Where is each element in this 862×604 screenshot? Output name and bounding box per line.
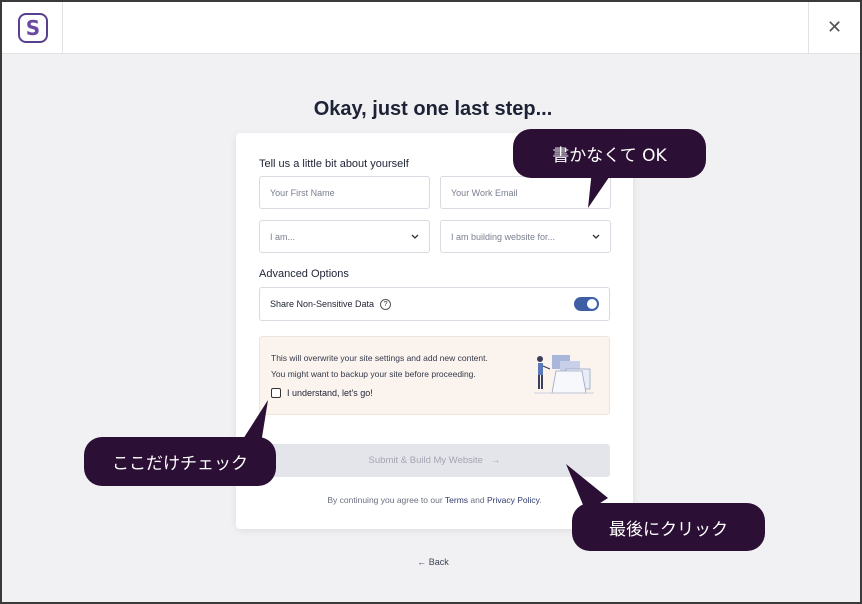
submit-build-button[interactable]: Submit & Build My Website → (259, 444, 610, 477)
understand-checkbox-label[interactable]: I understand, let's go! (287, 388, 373, 398)
understand-checkbox-row[interactable]: I understand, let's go! (271, 388, 373, 398)
overwrite-notice: This will overwrite your site settings a… (259, 336, 610, 415)
notice-line-1: This will overwrite your site settings a… (271, 353, 488, 363)
help-icon[interactable]: ? (380, 298, 392, 310)
terms-link[interactable]: Terms (445, 495, 468, 505)
role-select[interactable]: I am... (259, 220, 430, 253)
terms-suffix: . (539, 495, 542, 505)
close-icon[interactable]: ✕ (827, 17, 842, 38)
close-button[interactable]: ✕ (808, 2, 860, 53)
arrow-left-icon: ← (417, 557, 427, 567)
about-yourself-label: Tell us a little bit about yourself (259, 158, 409, 170)
back-link[interactable]: ← Back (2, 557, 860, 567)
share-data-label: Share Non-Sensitive Data (270, 299, 375, 309)
notice-line-2: You might want to backup your site befor… (271, 369, 476, 379)
window-frame: S ✕ Okay, just one last step... Tell us … (0, 0, 862, 604)
advanced-options-label: Advanced Options (259, 268, 349, 280)
backup-illustration-icon (534, 355, 594, 394)
purpose-select-value: I am building website for... (451, 231, 556, 242)
arrow-right-icon: → (490, 455, 501, 466)
share-data-toggle[interactable] (574, 297, 599, 311)
understand-checkbox[interactable] (271, 388, 281, 398)
chevron-down-icon (411, 234, 419, 239)
first-name-input[interactable]: Your First Name (259, 176, 430, 209)
terms-prefix: By continuing you agree to our (327, 495, 443, 505)
role-select-value: I am... (270, 231, 296, 242)
app-logo: S (18, 13, 48, 43)
back-label[interactable]: Back (429, 557, 449, 567)
logo-cell: S (2, 2, 63, 53)
page-title: Okay, just one last step... (313, 98, 553, 120)
callout-no-need-to-write: 書かなくて OK (513, 129, 706, 178)
submit-label[interactable]: Submit & Build My Website (369, 455, 483, 466)
privacy-policy-link[interactable]: Privacy Policy (487, 495, 539, 505)
purpose-select[interactable]: I am building website for... (440, 220, 611, 253)
callout-click-last: 最後にクリック (572, 503, 765, 551)
chevron-down-icon (592, 234, 600, 239)
callout-check-only-here: ここだけチェック (84, 437, 276, 486)
terms-and: and (470, 495, 485, 505)
top-bar: S ✕ (2, 2, 860, 54)
share-data-row: Share Non-Sensitive Data ? (259, 287, 610, 321)
